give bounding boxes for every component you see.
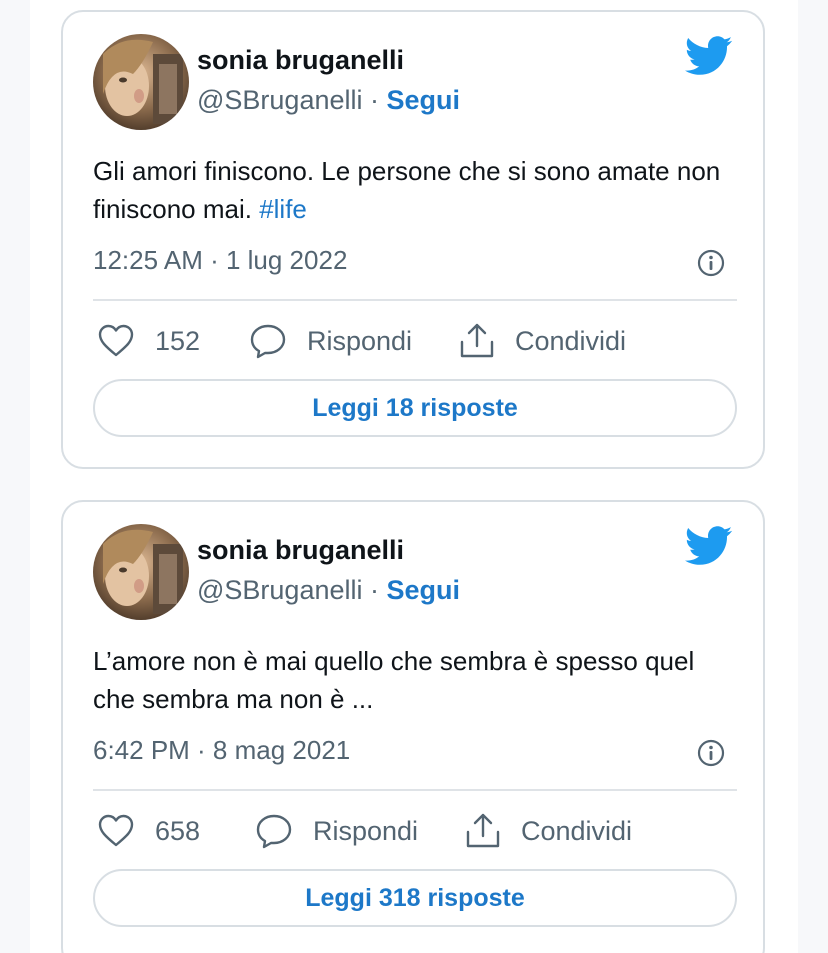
share-label: Condividi [515,325,627,356]
action-bar: 658 Rispondi Condividi [93,809,737,853]
read-replies-button[interactable]: Leggi 318 risposte [93,869,737,927]
like-count: 658 [155,815,201,846]
info-icon[interactable] [697,249,725,277]
speech-bubble-icon [256,814,292,849]
tweet-timestamp[interactable]: 6:42 PM · 8 mag 2021 [93,735,350,766]
page: sonia bruganelli @SBruganelli · Segui Gl… [0,0,828,953]
heart-icon [98,324,134,357]
info-icon[interactable] [697,739,725,767]
heart-icon [98,814,134,847]
avatar[interactable] [93,34,189,130]
handle-separator: · [362,575,387,605]
share-button[interactable]: Condividi [459,319,626,363]
author-name[interactable]: sonia bruganelli [197,535,404,566]
read-replies-button[interactable]: Leggi 18 risposte [93,379,737,437]
author-name[interactable]: sonia bruganelli [197,45,404,76]
tweet-body: Gli amori finiscono. Le persone che si s… [93,156,721,224]
divider [93,299,737,301]
twitter-bird-icon[interactable] [685,526,733,566]
like-button[interactable]: 658 [97,809,200,853]
twitter-bird-icon[interactable] [685,36,733,76]
action-bar: 152 Rispondi Condividi [93,319,737,363]
share-button[interactable]: Condividi [465,809,632,853]
handle-row: @SBruganelli · Segui [197,85,460,116]
author-handle[interactable]: @SBruganelli [197,85,363,115]
tweet-card: sonia bruganelli @SBruganelli · Segui Gl… [61,10,765,469]
avatar[interactable] [93,524,189,620]
tweet-timestamp[interactable]: 12:25 AM · 1 lug 2022 [93,245,347,276]
reply-label: Rispondi [313,815,419,846]
reply-label: Rispondi [307,325,413,356]
tweet-text: Gli amori finiscono. Le persone che si s… [93,152,743,228]
hashtag-link[interactable]: #life [259,194,307,224]
handle-row: @SBruganelli · Segui [197,575,460,606]
speech-bubble-icon [250,324,286,359]
like-button[interactable]: 152 [97,319,200,363]
follow-link[interactable]: Segui [387,85,461,115]
share-label: Condividi [521,815,633,846]
tweet-text: L’amore non è mai quello che sembra è sp… [93,642,743,718]
share-icon [460,323,494,358]
follow-link[interactable]: Segui [387,575,461,605]
divider [93,789,737,791]
reply-button[interactable]: Rispondi [255,809,418,853]
share-icon [466,813,500,848]
author-handle[interactable]: @SBruganelli [197,575,363,605]
handle-separator: · [362,85,387,115]
reply-button[interactable]: Rispondi [249,319,412,363]
tweet-body: L’amore non è mai quello che sembra è sp… [93,646,695,714]
tweet-card: sonia bruganelli @SBruganelli · Segui L’… [61,500,765,953]
like-count: 152 [155,325,201,356]
